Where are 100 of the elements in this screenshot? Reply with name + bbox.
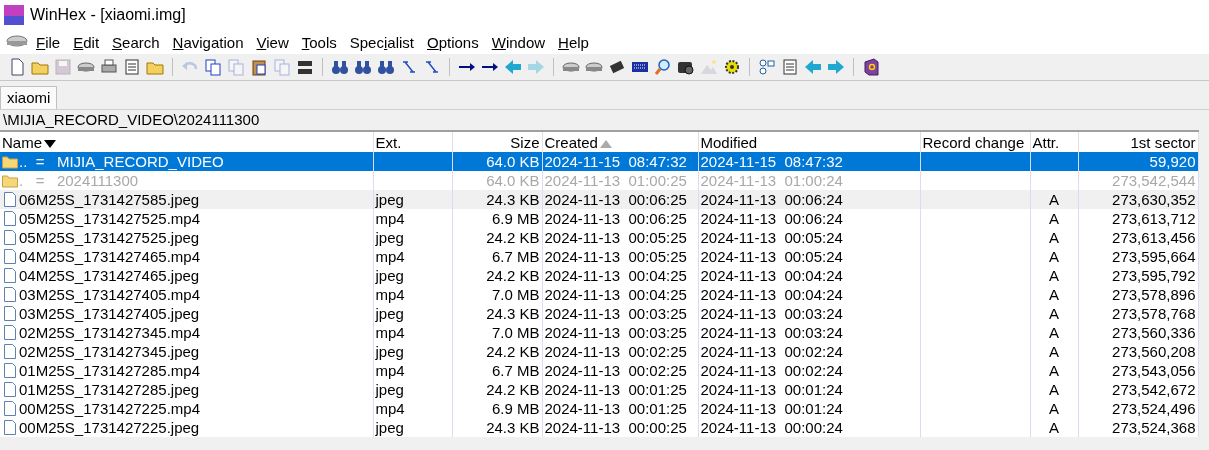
date-text: 2024-11-13 01:00:24 (700, 172, 843, 189)
date-text: 2024-11-15 08:47:32 (544, 153, 687, 170)
sector-text: 273,560,336 (1112, 324, 1196, 341)
copy-icon[interactable] (204, 58, 222, 76)
menu-item[interactable]: Help (550, 33, 594, 51)
search-icon[interactable] (654, 58, 672, 76)
file-name[interactable]: 00M25S_1731427225.jpeg (19, 419, 200, 436)
menu-item[interactable]: Tools (293, 33, 342, 51)
document-icon[interactable] (781, 58, 799, 76)
extension-text: mp4 (375, 362, 405, 379)
size-text: 6.9 MB (491, 210, 540, 227)
date-text: 2024-11-13 00:02:24 (700, 343, 843, 360)
column-header[interactable]: Record change (920, 131, 1030, 152)
column-header[interactable]: Name (0, 131, 373, 152)
date-text: 2024-11-13 00:03:24 (700, 324, 843, 341)
date-text: 2024-11-13 00:03:25 (544, 324, 687, 341)
attribute-text: A (1049, 248, 1059, 265)
file-name[interactable]: 04M25S_1731427465.jpeg (19, 267, 200, 284)
extension-text: jpeg (375, 229, 404, 246)
left-arrow-icon[interactable] (504, 58, 522, 76)
sector-text: 273,542,672 (1112, 381, 1196, 398)
window-title: WinHex - [xiaomi.img] (30, 6, 186, 24)
book-icon[interactable] (862, 58, 880, 76)
printer-icon[interactable] (100, 58, 118, 76)
size-text: 24.2 KB (486, 343, 540, 360)
extension-text: jpeg (375, 305, 404, 322)
extension-text: mp4 (375, 248, 405, 265)
file-name[interactable]: 01M25S_1731427285.mp4 (19, 362, 200, 379)
size-text: 24.3 KB (486, 419, 540, 436)
file-name[interactable]: 04M25S_1731427465.mp4 (19, 248, 200, 265)
attribute-text: A (1049, 400, 1059, 417)
date-text: 2024-11-13 00:01:25 (544, 381, 687, 398)
date-text: 2024-11-13 00:02:25 (544, 343, 687, 360)
extension-text: jpeg (375, 267, 404, 284)
extension-text: mp4 (375, 210, 405, 227)
date-text: 2024-11-13 00:01:25 (544, 400, 687, 417)
binary-icon[interactable] (296, 58, 314, 76)
menu-item[interactable]: Window (483, 33, 551, 51)
drive-icon[interactable] (6, 35, 28, 49)
size-text: 6.7 MB (491, 362, 540, 379)
sector-text: 273,543,056 (1112, 362, 1196, 379)
binoculars-icon[interactable] (354, 58, 372, 76)
file-name[interactable]: 05M25S_1731427525.jpeg (19, 229, 200, 246)
size-text: 24.2 KB (486, 381, 540, 398)
binoculars-icon[interactable] (377, 58, 395, 76)
date-text: 2024-11-13 00:06:24 (700, 191, 843, 208)
page-icon[interactable] (8, 58, 26, 76)
right-arrow-icon[interactable] (827, 58, 845, 76)
app-logo-icon (4, 5, 24, 25)
size-text: 6.9 MB (491, 400, 540, 417)
date-text: 2024-11-13 00:00:24 (700, 419, 843, 436)
left-arrow-icon[interactable] (804, 58, 822, 76)
extension-text: mp4 (375, 324, 405, 341)
attribute-text: A (1049, 191, 1059, 208)
column-header[interactable]: Size (452, 131, 542, 152)
size-text: 24.3 KB (486, 305, 540, 322)
size-text: 7.0 MB (491, 324, 540, 341)
menu-item[interactable]: Search (104, 33, 165, 51)
attribute-text: A (1049, 286, 1059, 303)
document-tab[interactable]: xiaomi (0, 86, 58, 109)
file-name[interactable]: 03M25S_1731427405.mp4 (19, 286, 200, 303)
sector-text: 273,578,768 (1112, 305, 1196, 322)
file-name[interactable]: 01M25S_1731427285.jpeg (19, 381, 200, 398)
file-name[interactable]: 02M25S_1731427345.jpeg (19, 343, 200, 360)
binoculars-icon[interactable] (331, 58, 349, 76)
date-text: 2024-11-13 00:05:25 (544, 248, 687, 265)
column-header[interactable]: Attr. (1030, 131, 1078, 152)
file-name[interactable]: 02M25S_1731427345.mp4 (19, 324, 200, 341)
attribute-text: A (1049, 324, 1059, 341)
attribute-text: A (1049, 419, 1059, 436)
menu-item[interactable]: Navigation (164, 33, 249, 51)
menu-item[interactable]: Options (419, 33, 484, 51)
column-header[interactable]: Ext. (373, 131, 452, 152)
file-name[interactable]: 05M25S_1731427525.mp4 (19, 210, 200, 227)
sector-text: 273,595,792 (1112, 267, 1196, 284)
column-header[interactable]: 1st sector (1078, 131, 1198, 152)
file-name[interactable]: 00M25S_1731427225.mp4 (19, 400, 200, 417)
date-text: 2024-11-13 00:05:24 (700, 248, 843, 265)
date-text: 2024-11-13 00:04:24 (700, 267, 843, 284)
size-text: 24.3 KB (486, 191, 540, 208)
document-icon[interactable] (123, 58, 141, 76)
gear-icon[interactable] (723, 58, 741, 76)
nodes-icon[interactable] (758, 58, 776, 76)
extension-text: mp4 (375, 400, 405, 417)
date-text: 2024-11-13 00:00:25 (544, 419, 687, 436)
file-name[interactable]: 03M25S_1731427405.jpeg (19, 305, 200, 322)
date-text: 2024-11-13 00:02:25 (544, 362, 687, 379)
column-header[interactable]: Created (542, 131, 698, 152)
menu-item[interactable]: Specialist (341, 33, 419, 51)
menu-item[interactable]: Edit (65, 33, 105, 51)
date-text: 2024-11-13 00:06:25 (544, 191, 687, 208)
sector-text: 273,578,896 (1112, 286, 1196, 303)
column-header[interactable]: Modified (698, 131, 920, 152)
sector-text: 273,524,368 (1112, 419, 1196, 436)
clipboard-icon[interactable] (250, 58, 268, 76)
date-text: 2024-11-13 00:04:25 (544, 286, 687, 303)
menu-item[interactable]: File (28, 33, 66, 51)
date-text: 2024-11-13 00:02:24 (700, 362, 843, 379)
menu-item[interactable]: View (248, 33, 294, 51)
sector-text: 273,630,352 (1112, 191, 1196, 208)
